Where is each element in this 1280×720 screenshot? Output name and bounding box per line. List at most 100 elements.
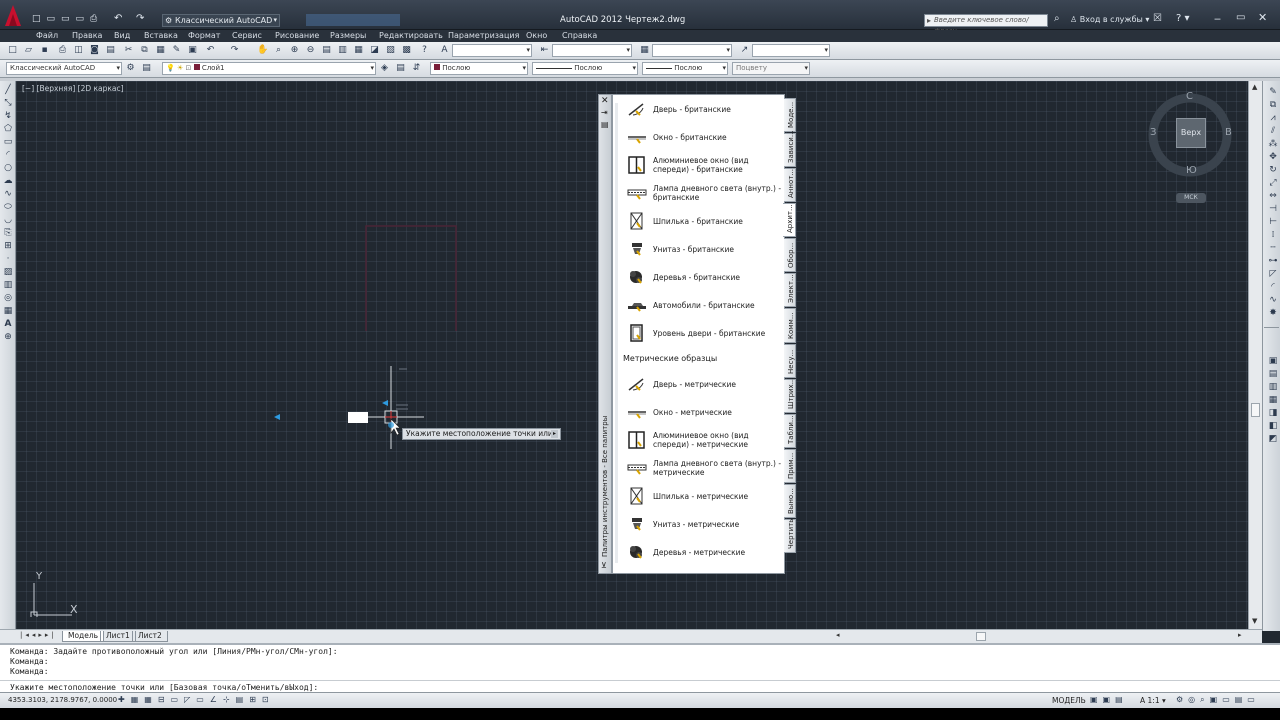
text-style-combo[interactable]: ▾: [452, 44, 532, 57]
find-icon[interactable]: ⌕: [1054, 13, 1060, 24]
design-center-icon[interactable]: ▥: [336, 44, 349, 57]
rotate-icon[interactable]: ↻: [1267, 165, 1279, 176]
scale-icon[interactable]: ⤢: [1267, 178, 1279, 189]
make-current-layer-icon[interactable]: ◈: [378, 62, 391, 75]
polyline-icon[interactable]: ↯: [2, 111, 14, 122]
maximize-button[interactable]: ▭: [1236, 12, 1245, 23]
make-block-icon[interactable]: ⊞: [2, 241, 14, 252]
palette-autohide-icon[interactable]: ⇥: [601, 108, 608, 117]
tab-nav-icons[interactable]: |◂◂▸▸|: [20, 631, 57, 639]
block-editor-icon[interactable]: ▣: [186, 44, 199, 57]
match-properties-icon[interactable]: ✎: [170, 44, 183, 57]
cut-icon[interactable]: ✂: [122, 44, 135, 57]
extend-icon[interactable]: ⊢: [1267, 217, 1279, 228]
palette-tab[interactable]: Выно...: [784, 483, 796, 518]
insert-block-icon[interactable]: ⎘: [2, 228, 14, 239]
copy-object-icon[interactable]: ⧉: [1267, 100, 1279, 111]
copy-icon[interactable]: ⧉: [138, 44, 151, 57]
offset-icon[interactable]: ⫽: [1267, 126, 1279, 137]
palette-tab[interactable]: Комм...: [784, 308, 796, 343]
dim-style-icon[interactable]: ⇤: [538, 44, 551, 57]
preview-icon[interactable]: ◫: [72, 44, 85, 57]
hatch-icon[interactable]: ▨: [2, 267, 14, 278]
status-tray-icons[interactable]: ⚙◎⌕▣▭▤▭: [1176, 695, 1260, 705]
hscroll-thumb[interactable]: [976, 632, 986, 641]
drawn-polyline[interactable]: [356, 221, 466, 341]
explode-icon[interactable]: ✸: [1267, 308, 1279, 319]
palette-tab[interactable]: Моде...: [784, 98, 796, 133]
palette-tab[interactable]: Зависи...: [784, 131, 796, 168]
text-style-icon[interactable]: A: [438, 44, 451, 57]
color-combo[interactable]: Послою ▾: [430, 62, 528, 75]
palette-tab[interactable]: Табли...: [784, 413, 796, 448]
palette-properties-icon[interactable]: ▤: [601, 120, 609, 129]
zoom-previous-icon[interactable]: ⊖: [304, 44, 317, 57]
palette-tool-item[interactable]: Уровень двери - британские: [613, 319, 783, 347]
workspace-dropdown[interactable]: ⚙ Классический AutoCAD ▾: [162, 14, 280, 27]
menu-help[interactable]: Справка: [562, 31, 597, 40]
palette-tab[interactable]: Элект...: [784, 273, 796, 308]
palette-tool-item[interactable]: Шпилька - британские: [613, 207, 783, 235]
workspace-settings-icon[interactable]: ⚙: [124, 62, 137, 75]
palette-tab[interactable]: Обор...: [784, 238, 796, 273]
options-arrow-icon[interactable]: ▸: [551, 430, 558, 438]
menu-format[interactable]: Формат: [188, 31, 220, 40]
new-icon[interactable]: □: [6, 44, 19, 57]
menu-view[interactable]: Вид: [114, 31, 130, 40]
palette-tool-item[interactable]: Лампа дневного света (внутр.) - метричес…: [613, 454, 783, 482]
palette-close-icon[interactable]: ✕: [601, 96, 609, 106]
scroll-up-icon[interactable]: ▲: [1252, 83, 1257, 91]
palette-tool-item[interactable]: Шпилька - метрические: [613, 482, 783, 510]
workspace-combo[interactable]: Классический AutoCAD ▾: [6, 62, 122, 75]
palette-title-strip[interactable]: ✕ ⇥ ▤ Палитры инструментов - Все палитры…: [598, 94, 612, 574]
fillet-icon[interactable]: ◜: [1267, 282, 1279, 293]
revcloud-icon[interactable]: ☁: [2, 176, 14, 187]
minimize-button[interactable]: ‒: [1214, 12, 1221, 25]
break-at-point-icon[interactable]: ⁞: [1267, 230, 1279, 241]
model-space-toggle[interactable]: МОДЕЛЬ: [1052, 696, 1086, 705]
point-icon[interactable]: ·: [2, 254, 14, 265]
table-icon[interactable]: ▦: [2, 306, 14, 317]
coordinate-readout[interactable]: 4353.3103, 2178.9767, 0.0000: [8, 696, 117, 704]
text-front-icon[interactable]: ◨: [1267, 408, 1279, 419]
stretch-icon[interactable]: ⇔: [1267, 191, 1279, 202]
viewcube[interactable]: Верх С Ю З В МСК: [1146, 91, 1232, 203]
viewcube-top-face[interactable]: Верх: [1176, 118, 1206, 148]
polygon-icon[interactable]: ⬠: [2, 124, 14, 135]
break-icon[interactable]: ╌: [1267, 243, 1279, 254]
undo-icon[interactable]: ↶: [204, 44, 217, 57]
erase-icon[interactable]: ✎: [1267, 87, 1279, 98]
lineweight-combo[interactable]: Послою ▾: [642, 62, 728, 75]
construction-line-icon[interactable]: ⤡: [2, 98, 14, 109]
menu-window[interactable]: Окно: [526, 31, 547, 40]
3d-dwf-icon[interactable]: ▤: [104, 44, 117, 57]
palette-tab[interactable]: Прим...: [784, 448, 796, 483]
undo-icon[interactable]: ↶: [114, 13, 122, 24]
compass-west[interactable]: З: [1150, 127, 1156, 138]
gradient-icon[interactable]: ▥: [2, 280, 14, 291]
linetype-combo[interactable]: Послою ▾: [532, 62, 638, 75]
draworder-above-icon[interactable]: ▥: [1267, 382, 1279, 393]
mleader-style-icon[interactable]: ↗: [738, 44, 751, 57]
palette-tab[interactable]: Чертить: [784, 519, 796, 553]
palette-tool-item[interactable]: Унитаз - британские: [613, 235, 783, 263]
ellipse-icon[interactable]: ⬭: [2, 202, 14, 213]
palette-tool-item[interactable]: Алюминиевое окно (вид спереди) - британс…: [613, 151, 783, 179]
palette-tab[interactable]: Архит...: [783, 203, 796, 238]
add-selected-icon[interactable]: ⊕: [2, 332, 14, 343]
palette-tool-item[interactable]: Автомобили - британские: [613, 291, 783, 319]
palette-tool-item[interactable]: Дверь - британские: [613, 95, 783, 123]
circle-icon[interactable]: ○: [2, 163, 14, 174]
scroll-thumb[interactable]: [1251, 403, 1260, 417]
palette-scroll-icon[interactable]: ⊻: [601, 561, 607, 570]
annotation-scale[interactable]: A 1:1 ▾: [1140, 696, 1166, 705]
ellipse-arc-icon[interactable]: ◡: [2, 215, 14, 226]
plot-icon[interactable]: ⎙: [56, 44, 69, 57]
palette-tool-item[interactable]: Деревья - британские: [613, 263, 783, 291]
wcs-menu[interactable]: МСК: [1176, 193, 1206, 203]
tab-layout1[interactable]: Лист1: [100, 631, 136, 642]
menu-parametric[interactable]: Параметризация: [448, 31, 519, 40]
draworder-front-icon[interactable]: ▣: [1267, 356, 1279, 367]
draworder-under-icon[interactable]: ▦: [1267, 395, 1279, 406]
menu-dimension[interactable]: Размеры: [330, 31, 366, 40]
